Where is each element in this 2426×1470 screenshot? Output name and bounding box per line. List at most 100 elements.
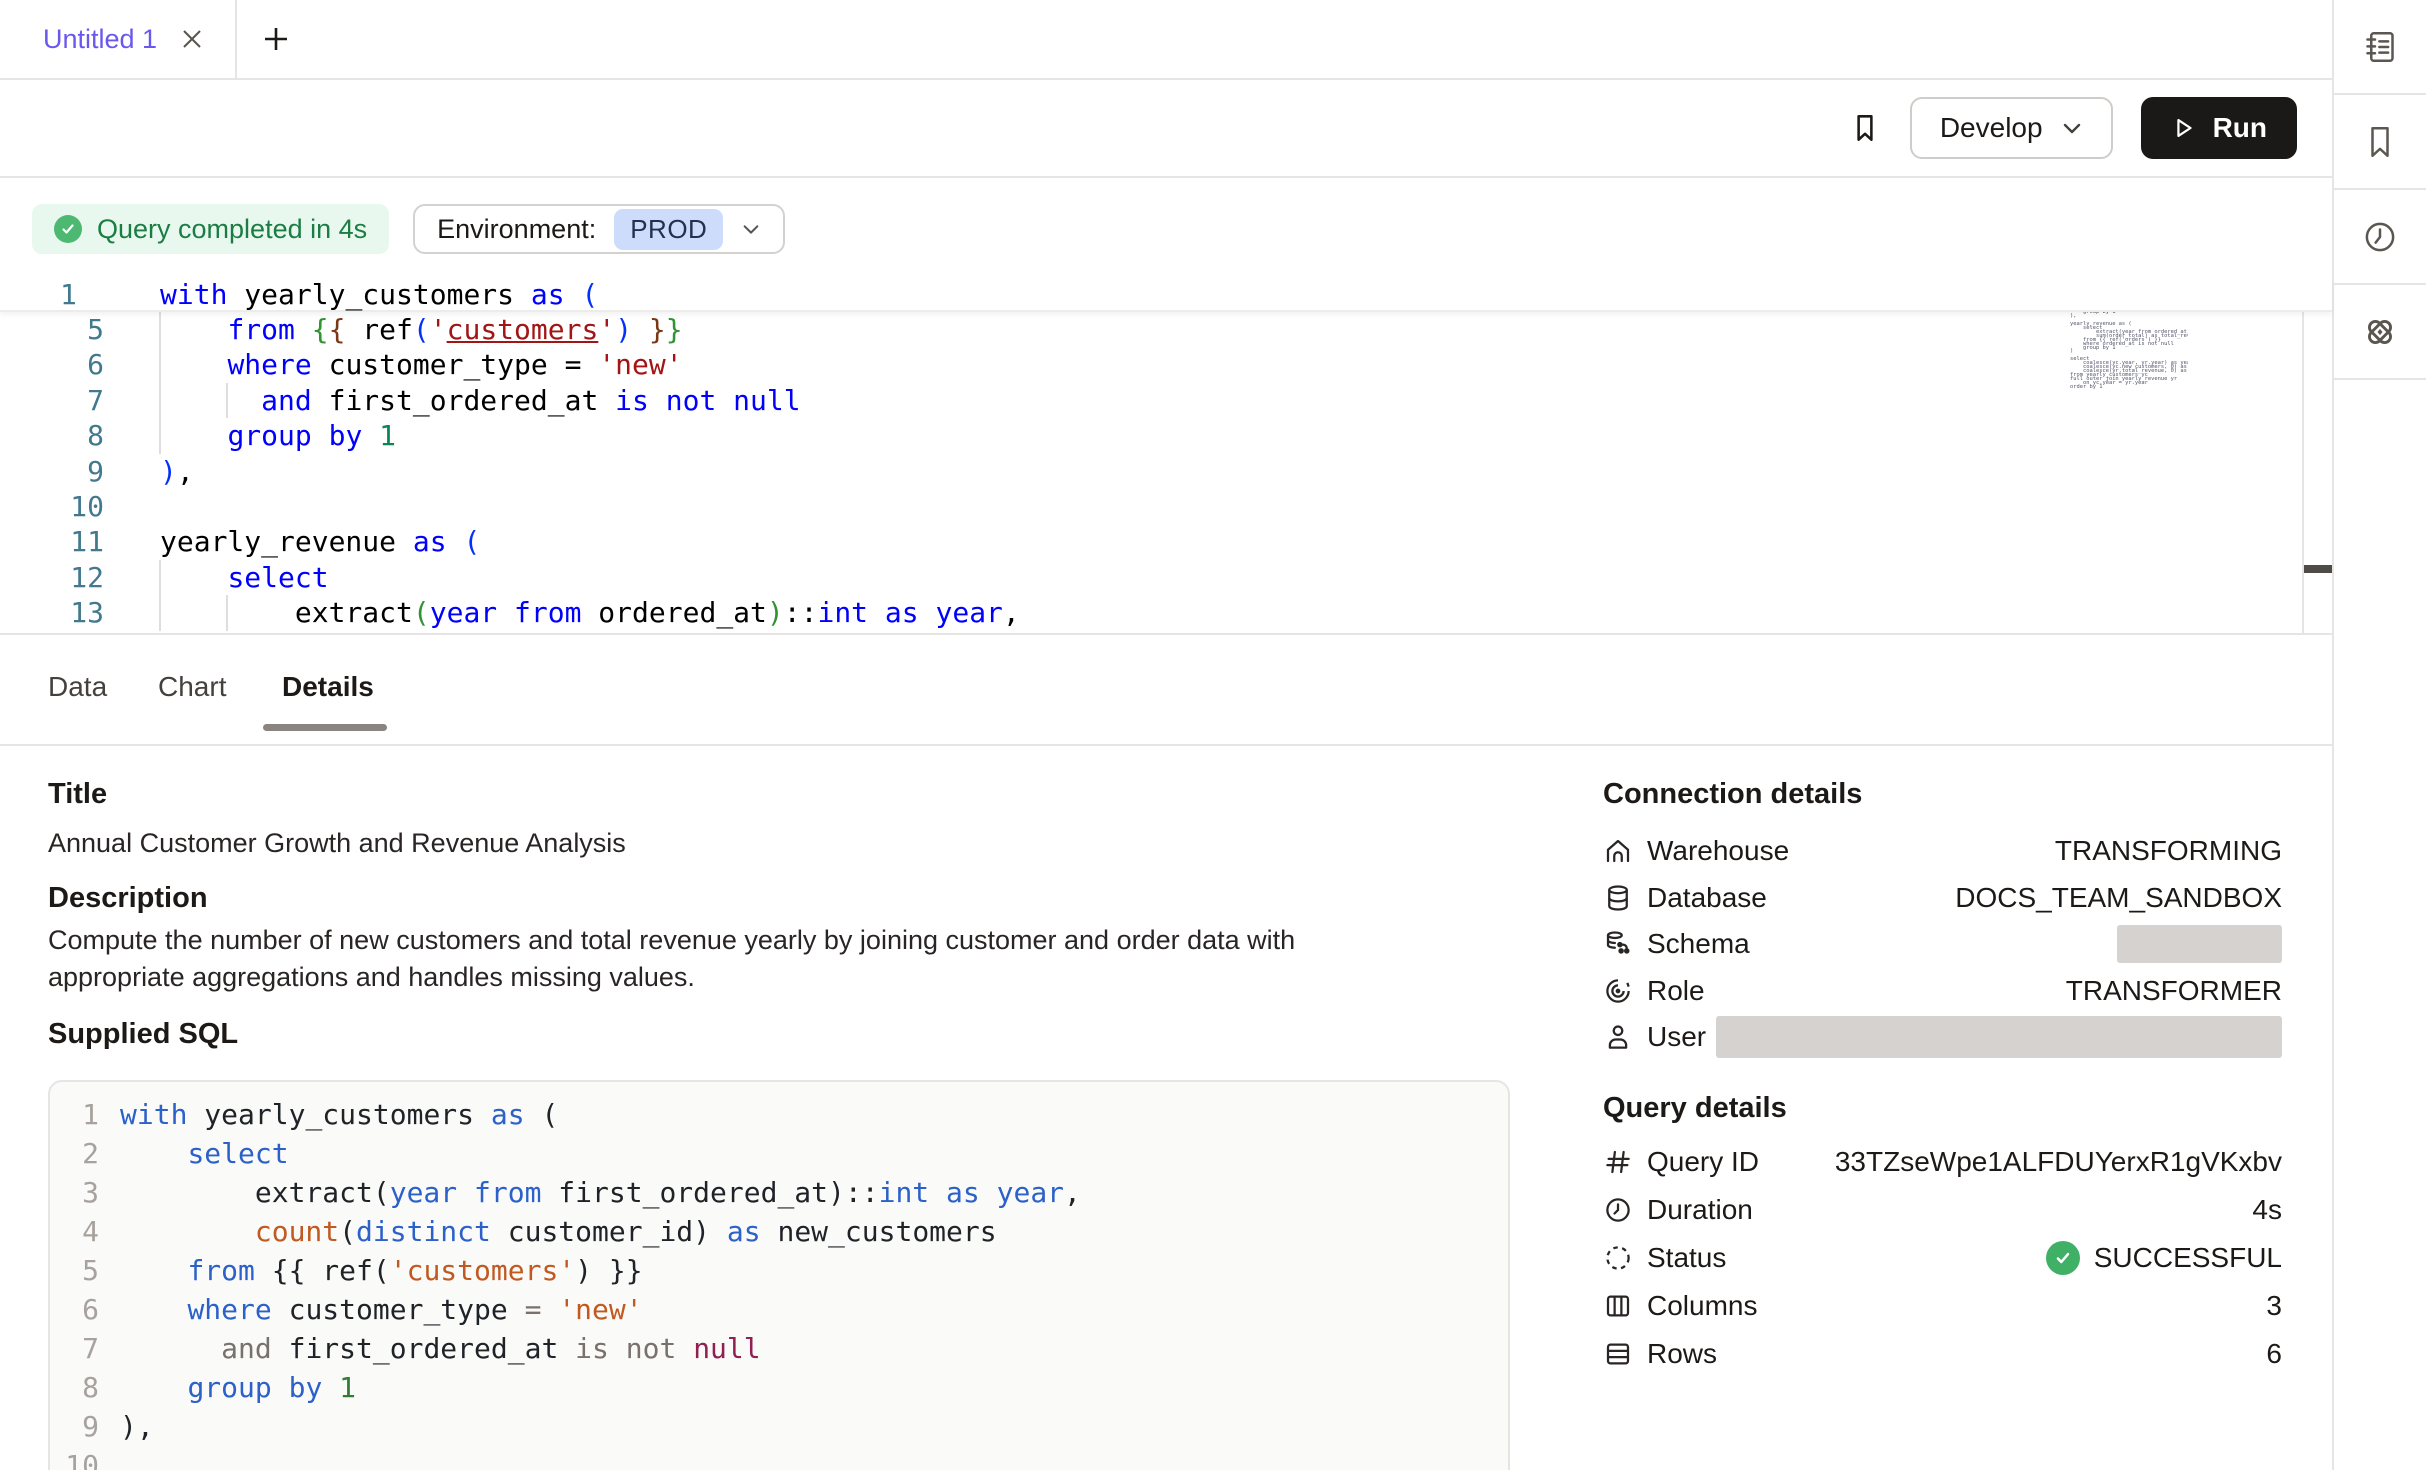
scrollbar-thumb[interactable] [2304,565,2332,573]
code-line: 10 [0,489,2296,524]
clock-icon [1603,1195,1633,1225]
detail-row-warehouse: WarehouseTRANSFORMING [1603,828,2282,875]
code-line: 7 and first_ordered_at is not null [0,383,2296,418]
detail-label: User [1647,1021,1706,1053]
indent-guide [159,560,161,631]
code-line: 7 and first_ordered_at is not null [50,1329,1508,1368]
detail-value: DOCS_TEAM_SANDBOX [1955,882,2282,914]
tab-details[interactable]: Details [282,671,374,703]
detail-label: Status [1647,1242,1726,1274]
develop-dropdown[interactable]: Develop [1910,97,2113,159]
tab-chart[interactable]: Chart [158,671,226,703]
detail-row-role: RoleTRANSFORMER [1603,968,2282,1015]
develop-label: Develop [1940,112,2043,144]
detail-value: 6 [2266,1338,2282,1370]
code-text: where customer_type = 'new' [104,347,683,382]
line-number: 2 [50,1134,99,1173]
check-icon [54,215,82,243]
title-heading: Title [48,778,107,811]
line-number: 6 [50,1290,99,1329]
code-line: 10 [50,1446,1508,1470]
line-number: 9 [50,1407,99,1446]
code-text: from {{ ref('customers') }} [99,1251,643,1290]
detail-row-rows: Rows6 [1603,1330,2282,1378]
editor-code-lines[interactable]: 5 from {{ ref('customers') }}6 where cus… [0,312,2296,631]
code-line: 8 group by 1 [0,418,2296,453]
line-number: 3 [50,1173,99,1212]
sql-editor[interactable]: 5 from {{ ref('customers') }}6 where cus… [0,280,2332,635]
code-line: 6 where customer_type = 'new' [50,1290,1508,1329]
code-text: select [99,1134,289,1173]
code-text: and first_ordered_at is not null [99,1329,761,1368]
indent-guide [226,595,228,631]
detail-value: 4s [2252,1194,2282,1226]
explore-icon[interactable] [2334,285,2426,380]
code-text: extract(year from first_ordered_at)::int… [99,1173,1081,1212]
code-text: with yearly_customers as ( [99,1095,558,1134]
supplied-sql-block: 1with yearly_customers as (2 select3 ext… [48,1080,1510,1470]
line-number: 6 [0,347,104,382]
redacted-value [2117,925,2282,963]
run-label: Run [2213,112,2267,144]
title-value: Annual Customer Growth and Revenue Analy… [48,825,626,862]
detail-label: Duration [1647,1194,1753,1226]
detail-row-user: User [1603,1014,2282,1061]
line-number: 8 [0,418,104,453]
chevron-down-icon [2061,117,2083,139]
code-line: 3 extract(year from first_ordered_at)::i… [50,1173,1508,1212]
connection-details-rows: WarehouseTRANSFORMINGDatabaseDOCS_TEAM_S… [1603,828,2282,1061]
tab-untitled-1[interactable]: Untitled 1 [0,0,237,78]
code-line: 13 extract(year from ordered_at)::int as… [0,595,2296,630]
line-number: 10 [0,489,104,524]
detail-value: 33TZseWpe1ALFDUYerxR1gVKxbv [1835,1146,2282,1178]
detail-row-database: DatabaseDOCS_TEAM_SANDBOX [1603,875,2282,922]
query-status-text: Query completed in 4s [97,214,367,245]
code-line: 12 select [0,560,2296,595]
code-line: 4 count(distinct customer_id) as new_cus… [50,1212,1508,1251]
code-line: 2 select [50,1134,1508,1173]
database-icon [1603,883,1633,913]
environment-selector[interactable]: Environment: PROD [413,204,785,254]
query-status-badge: Query completed in 4s [32,204,389,254]
editor-scrollbar[interactable] [2302,280,2332,633]
status-row: Query completed in 4s Environment: PROD [0,178,2332,280]
tab-data[interactable]: Data [48,671,107,703]
line-number: 5 [50,1251,99,1290]
supplied-sql-heading: Supplied SQL [48,1018,238,1051]
code-text: count(distinct customer_id) as new_custo… [99,1212,997,1251]
new-tab-button[interactable] [261,24,291,54]
indent-guide [226,383,228,418]
toolbar: Develop Run [0,80,2332,178]
app-root: Untitled 1 Develop Run Query completed [0,0,2426,1470]
editor-tab-bar: Untitled 1 [0,0,2332,80]
warehouse-icon [1603,836,1633,866]
play-icon [2171,115,2197,141]
detail-row-status: Status SUCCESSFUL [1603,1234,2282,1282]
detail-label: Query ID [1647,1146,1759,1178]
notebook-icon[interactable] [2334,0,2426,95]
detail-value: SUCCESSFUL [2046,1241,2282,1275]
bookmark-icon[interactable] [1848,111,1882,145]
query-details-rows: Query ID 33TZseWpe1ALFDUYerxR1gVKxbv Durat… [1603,1138,2282,1378]
line-number: 7 [0,383,104,418]
query-details-heading: Query details [1603,1092,1787,1125]
detail-row-schema: Schema [1603,921,2282,968]
schema-icon [1603,929,1633,959]
line-number: 9 [0,454,104,489]
code-text: group by 1 [99,1368,356,1407]
bookmark-icon[interactable] [2334,95,2426,190]
line-number: 13 [0,595,104,630]
status-icon [1603,1243,1633,1273]
code-text: and first_ordered_at is not null [104,383,801,418]
detail-value: TRANSFORMER [2066,975,2282,1007]
history-icon[interactable] [2334,190,2426,285]
result-tab-bar: Data Chart Details [0,635,2332,746]
rows-icon [1603,1339,1633,1369]
chevron-down-icon [741,219,761,239]
line-number: 7 [50,1329,99,1368]
line-number: 4 [50,1212,99,1251]
line-number: 10 [50,1446,99,1470]
close-icon[interactable] [179,26,205,52]
code-line: 1with yearly_customers as ( [0,280,2332,310]
run-button[interactable]: Run [2141,97,2297,159]
